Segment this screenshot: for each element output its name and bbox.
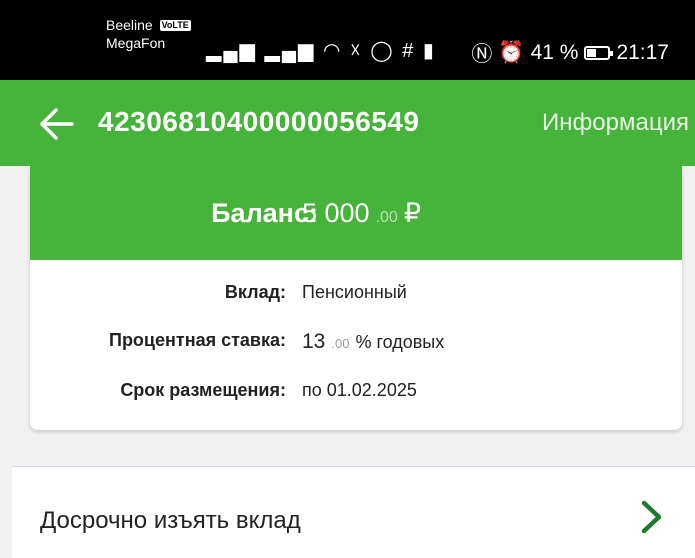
status-bar: Beeline VoLTE MegaFon ▂▄▆ ▂▄▆ ◠ ☓ ◯ # ▮ … — [0, 0, 695, 80]
rate-whole: 13 — [302, 330, 326, 353]
alarm-icon: ⏰ — [498, 41, 525, 64]
account-number-title: 42306810400000056549 — [98, 106, 420, 137]
info-link[interactable]: Информация — [542, 109, 689, 137]
nfc-icon: Ⓝ — [471, 43, 493, 66]
clock: 21:17 — [616, 41, 669, 64]
balance-fraction: .00 — [375, 209, 398, 226]
early-withdrawal-item[interactable]: Досрочно изъять вклад — [12, 467, 695, 558]
battery-icon — [584, 46, 614, 60]
carrier-name-2: MegaFon — [106, 35, 166, 51]
rate-fraction: .00 — [331, 336, 350, 351]
back-arrow-icon[interactable] — [36, 106, 76, 142]
deposit-type-value: Пенсионный — [302, 282, 407, 302]
status-right: Ⓝ ⏰ 41 % 21:17 — [471, 38, 669, 68]
currency-symbol: ₽ — [403, 198, 422, 228]
term-value: по 01.02.2025 — [302, 380, 417, 400]
signal-icon-2: ▂▄▆ — [264, 40, 316, 62]
interest-rate-value: 13 .00 % годовых — [302, 330, 444, 354]
balance-whole: 5 000 — [302, 198, 370, 228]
early-withdrawal-label: Досрочно изъять вклад — [40, 507, 301, 534]
deposit-type-label: Вклад: — [224, 282, 286, 302]
deposit-type-row: Вклад: Пенсионный — [30, 282, 682, 306]
hash-icon: # — [402, 40, 416, 62]
battery-saver-icon: ▮ — [422, 40, 436, 62]
carrier-name-1: Beeline — [106, 17, 153, 33]
signal-icon: ▂▄▆ — [206, 40, 257, 62]
wifi-icon: ◠ — [323, 40, 343, 62]
balance-band: Баланс: 5 000.00 ₽ — [30, 166, 682, 260]
term-label: Срок размещения: — [120, 380, 286, 400]
interest-rate-row: Процентная ставка: 13 .00 % годовых — [30, 330, 682, 354]
app-bar: 42306810400000056549 Информация — [0, 80, 695, 166]
chevron-right-icon — [641, 500, 662, 534]
balance-value: 5 000 .00 ₽ — [302, 198, 421, 229]
deposit-card: Баланс: 5 000.00 ₽ Вклад: Пенсионный Проц… — [30, 166, 682, 430]
carrier-info: Beeline VoLTE MegaFon — [106, 16, 191, 52]
term-row: Срок размещения: по 01.02.2025 — [30, 380, 682, 404]
status-icons: ▂▄▆ ▂▄▆ ◠ ☓ ◯ # ▮ — [206, 38, 436, 63]
interest-rate-label: Процентная ставка: — [109, 330, 286, 350]
rate-suffix: % годовых — [355, 332, 445, 352]
missed-call-icon: ☓ — [350, 40, 363, 62]
battery-percent: 41 % — [530, 41, 579, 64]
volte-badge: VoLTE — [159, 20, 191, 31]
whatsapp-icon: ◯ — [370, 40, 395, 62]
